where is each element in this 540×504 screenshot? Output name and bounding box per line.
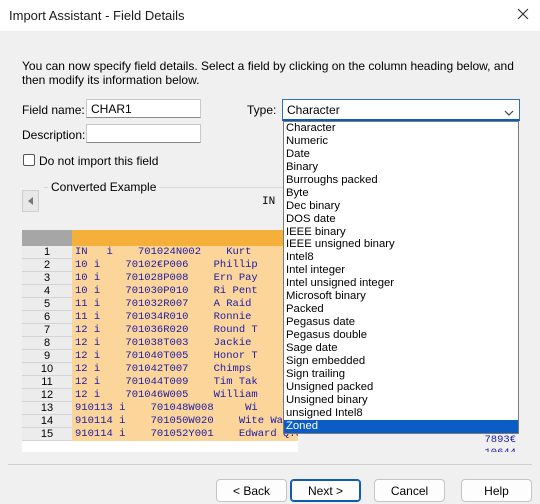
converted-example-label: Converted Example xyxy=(48,180,160,194)
type-option[interactable]: DOS date xyxy=(284,213,518,226)
type-option[interactable]: Sign trailing xyxy=(284,368,518,381)
row-number: 3 xyxy=(22,272,72,285)
data-preview-grid: 1 2 3 4 5 6 7 8 9 10 11 12 13 14 15 IN i 701024N002 Ku… xyxy=(22,230,298,452)
row-number: 1 xyxy=(22,246,72,259)
row-number: 8 xyxy=(22,337,72,350)
type-option[interactable]: Byte xyxy=(284,187,518,200)
cancel-button[interactable]: Cancel xyxy=(374,479,445,502)
data-rows[interactable]: IN i 701024N002 Kurt 10 i 70102€P006 Phil… xyxy=(72,246,298,441)
column-header-char1[interactable] xyxy=(72,230,298,246)
type-option[interactable]: Pegasus date xyxy=(284,316,518,329)
table-row: 10 i 70102€P006 Phillip xyxy=(75,259,258,271)
type-option[interactable]: Numeric xyxy=(284,135,518,148)
right-value: 7893€ xyxy=(484,434,516,446)
row-number: 5 xyxy=(22,298,72,311)
chevron-down-icon xyxy=(504,105,514,119)
table-row: 10 i 701030P010 Ri Pent xyxy=(75,285,258,297)
row-number: 10 xyxy=(22,363,72,376)
instructions-text: You can now specify field details. Selec… xyxy=(22,59,514,87)
table-row: 12 i 701046W005 William xyxy=(75,389,258,401)
do-not-import-label[interactable]: Do not import this field xyxy=(39,154,158,168)
type-dropdown-value: Character xyxy=(287,103,340,117)
row-number: 15 xyxy=(22,428,72,441)
table-row: 10 i 701028P008 Ern Pay xyxy=(75,272,258,284)
right-value: 10644 xyxy=(484,447,516,452)
window-title: Import Assistant - Field Details xyxy=(9,8,185,23)
type-option[interactable]: Packed xyxy=(284,303,518,316)
table-row: 12 i 701040T005 Honor T xyxy=(75,350,258,362)
row-number: 2 xyxy=(22,259,72,272)
type-option[interactable]: Sage date xyxy=(284,342,518,355)
table-row: 12 i 701036R020 Round T xyxy=(75,324,258,336)
type-option[interactable]: Sign embedded xyxy=(284,355,518,368)
arrow-left-icon xyxy=(27,194,34,208)
type-options-list[interactable]: Character Numeric Date Binary Burroughs pack… xyxy=(283,121,519,434)
type-option[interactable]: Binary xyxy=(284,161,518,174)
description-label: Description: xyxy=(22,128,86,142)
help-button[interactable]: Help xyxy=(461,479,532,502)
type-option[interactable]: Intel unsigned integer xyxy=(284,277,518,290)
type-option[interactable]: Dec binary xyxy=(284,200,518,213)
row-number: 11 xyxy=(22,376,72,389)
type-option[interactable]: Pegasus double xyxy=(284,329,518,342)
table-row: 910114 i 701050W020 Wite Wash xyxy=(75,415,296,427)
row-number: 14 xyxy=(22,415,72,428)
close-button[interactable] xyxy=(506,0,540,31)
row-number: 12 xyxy=(22,389,72,402)
table-row: 12 i 701044T009 Tim Tak xyxy=(75,376,258,388)
field-name-input[interactable]: CHAR1 xyxy=(86,99,201,118)
row-number: 9 xyxy=(22,350,72,363)
footer-divider xyxy=(8,464,532,465)
type-dropdown[interactable]: Character xyxy=(282,99,520,121)
row-number: 4 xyxy=(22,285,72,298)
do-not-import-checkbox[interactable] xyxy=(23,154,35,166)
type-option[interactable]: Microsoft binary xyxy=(284,290,518,303)
row-number-column: 1 2 3 4 5 6 7 8 9 10 11 12 13 14 15 xyxy=(22,246,72,441)
type-option[interactable]: Burroughs packed xyxy=(284,174,518,187)
close-icon xyxy=(517,8,529,23)
table-row: 12 i 701042T007 Chimps xyxy=(75,363,252,375)
back-button[interactable]: < Back xyxy=(216,479,287,502)
table-row: 11 i 701034R010 Ronnie xyxy=(75,311,252,323)
field-name-label: Field name: xyxy=(22,103,85,117)
table-row: 12 i 701038T003 Jackie xyxy=(75,337,252,349)
type-option[interactable]: Zoned xyxy=(284,419,518,433)
table-row: 910113 i 701048W008 Wi xyxy=(75,402,258,414)
type-option[interactable]: Character xyxy=(284,122,518,135)
converted-example-value: IN xyxy=(262,196,276,208)
type-option[interactable]: unsigned Intel8 xyxy=(284,407,518,420)
type-option[interactable]: IEEE binary xyxy=(284,226,518,239)
grid-corner xyxy=(22,230,72,246)
next-button[interactable]: Next > xyxy=(290,479,361,502)
type-label: Type: xyxy=(247,103,277,117)
type-option[interactable]: Intel8 xyxy=(284,251,518,264)
type-option[interactable]: Intel integer xyxy=(284,264,518,277)
table-row: 910114 i 701052Y001 Edward Q.Ca xyxy=(75,428,298,440)
type-option[interactable]: Unsigned binary xyxy=(284,394,518,407)
type-option[interactable]: Unsigned packed xyxy=(284,381,518,394)
row-number: 6 xyxy=(22,311,72,324)
type-option[interactable]: Date xyxy=(284,148,518,161)
table-row: IN i 701024N002 Kurt xyxy=(75,246,252,258)
example-scroll-left-button[interactable] xyxy=(22,190,39,212)
type-option[interactable]: IEEE unsigned binary xyxy=(284,238,518,251)
table-row: 11 i 701032R007 A Raid xyxy=(75,298,252,310)
row-number: 7 xyxy=(22,324,72,337)
row-number: 13 xyxy=(22,402,72,415)
description-input[interactable] xyxy=(86,124,201,143)
